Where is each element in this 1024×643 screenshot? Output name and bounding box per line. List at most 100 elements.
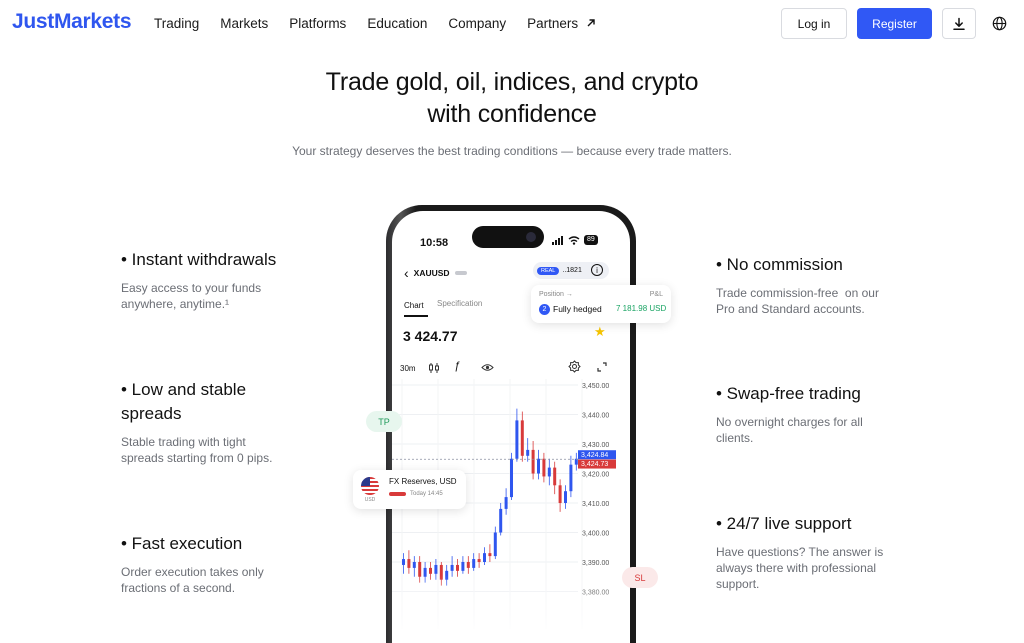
price-tick-label: 3,420.00: [582, 472, 609, 479]
dynamic-island: [472, 226, 544, 248]
position-card[interactable]: Position → P&L 2 Fully hedged 7 181.98 U…: [531, 285, 671, 323]
hero-title-line1: Trade gold, oil, indices, and crypto: [325, 68, 699, 96]
candle-body: [429, 567, 432, 574]
candle-body: [547, 467, 551, 477]
candle-body: [510, 458, 513, 498]
position-label: Position →: [539, 291, 573, 298]
nav-markets[interactable]: Markets: [220, 16, 268, 31]
feature-desc-line: Easy access to your funds: [121, 281, 262, 295]
expand-icon[interactable]: [597, 362, 607, 372]
candle-body: [526, 449, 530, 456]
site-header: JustMarkets Trading Markets Platforms Ed…: [0, 0, 1024, 48]
download-button[interactable]: [942, 8, 976, 39]
feature-desc-line: support.: [716, 577, 760, 591]
feature-description: Easy access to your funds anywhere, anyt…: [121, 280, 351, 312]
feature-description: Order execution takes only fractions of …: [121, 564, 351, 596]
tab-chart[interactable]: Chart: [404, 301, 424, 310]
position-status: Fully hedged: [553, 304, 602, 314]
feature-title: • Swap-free trading: [716, 384, 861, 403]
settings-icon[interactable]: [568, 360, 581, 373]
account-id: ..1821: [562, 267, 582, 274]
battery-icon: 89: [584, 235, 598, 245]
globe-icon: [992, 16, 1006, 30]
impact-icon: [389, 492, 406, 496]
logo[interactable]: JustMarkets: [12, 10, 132, 34]
timeframe-selector[interactable]: 30m: [400, 364, 416, 373]
candle-body: [504, 497, 508, 509]
nav-company[interactable]: Company: [448, 16, 506, 31]
candle-body: [450, 564, 454, 571]
feature-description: Have questions? The answer is always the…: [716, 544, 956, 592]
candle-body: [488, 553, 492, 557]
nav-partners-label: Partners: [527, 16, 579, 31]
candle-body: [564, 491, 567, 503]
symbol-flag-icon: [454, 271, 467, 275]
eye-icon[interactable]: [481, 363, 494, 372]
info-icon[interactable]: i: [591, 264, 603, 276]
feature-description: Trade commission-free on our Pro and Sta…: [716, 285, 956, 317]
candles-icon[interactable]: [428, 362, 440, 374]
position-pl-value: 7 181.98 USD: [616, 304, 667, 313]
nav-education[interactable]: Education: [367, 16, 427, 31]
feature-description: Stable trading with tight spreads starti…: [121, 434, 351, 466]
feature-desc-line: Trade commission-free on our: [716, 286, 879, 300]
candle-body: [407, 559, 411, 568]
feature-low-spreads: • Low and stable spreads Stable trading …: [121, 378, 351, 466]
candle-body: [499, 508, 503, 533]
account-badge: REAL: [537, 266, 560, 275]
indicators-icon[interactable]: ƒ: [454, 360, 460, 372]
favorite-star-icon[interactable]: ★: [594, 324, 606, 340]
feature-desc-line: Have questions? The answer is: [716, 545, 884, 559]
language-button[interactable]: [990, 14, 1008, 32]
nav-partners[interactable]: Partners: [527, 16, 596, 31]
feature-live-support: • 24/7 live support Have questions? The …: [716, 512, 956, 592]
candle-body: [477, 559, 481, 562]
feature-desc-line: No overnight charges for all: [716, 415, 863, 429]
news-card[interactable]: USD FX Reserves, USD Today 14:45: [353, 470, 466, 509]
candle-body: [520, 420, 524, 456]
candle-body: [542, 458, 546, 477]
stop-loss-pill[interactable]: SL: [622, 567, 658, 588]
feature-title: • Fast execution: [121, 534, 243, 553]
tab-underline: [404, 315, 428, 317]
nav-platforms[interactable]: Platforms: [289, 16, 346, 31]
status-time: 10:58: [420, 237, 449, 249]
feature-title: • Instant withdrawals: [121, 250, 277, 269]
candle-body: [412, 562, 416, 568]
ask-price-label: 3,424.84: [581, 452, 608, 459]
register-button[interactable]: Register: [857, 8, 932, 39]
candle-body: [531, 449, 535, 474]
feature-fast-execution: • Fast execution Order execution takes o…: [121, 532, 351, 596]
candle-body: [466, 562, 470, 568]
feature-title: • Low and stable spreads: [121, 378, 351, 426]
price-tick-label: 3,440.00: [582, 413, 609, 420]
feature-desc-line: always there with professional: [716, 561, 877, 575]
phone-screen: 10:58 89 ‹ XAUUSD REAL ..1821 i Chart Sp…: [392, 211, 630, 643]
price-tick-label: 3,400.00: [582, 531, 609, 538]
camera-icon: [526, 232, 536, 242]
tab-specification[interactable]: Specification: [437, 299, 482, 308]
feature-desc-line: fractions of a second.: [121, 581, 236, 595]
candle-body: [434, 564, 438, 574]
main-nav: Trading Markets Platforms Education Comp…: [154, 16, 617, 31]
feature-swap-free: • Swap-free trading No overnight charges…: [716, 382, 956, 446]
us-flag-icon: [361, 477, 379, 495]
feature-title-line: spreads: [121, 404, 182, 423]
hero-title-line2: with confidence: [427, 100, 597, 128]
position-count-badge: 2: [539, 304, 550, 315]
feature-desc-line: clients.: [716, 431, 754, 445]
nav-trading[interactable]: Trading: [154, 16, 199, 31]
flag-canton: [361, 477, 370, 486]
signal-icon: [552, 235, 563, 245]
back-icon[interactable]: ‹: [404, 266, 409, 280]
news-meta: Today 14:45: [389, 491, 443, 497]
phone-mockup: 10:58 89 ‹ XAUUSD REAL ..1821 i Chart Sp…: [386, 205, 636, 643]
candle-body: [574, 458, 578, 465]
feature-no-commission: • No commission Trade commission-free on…: [716, 253, 956, 317]
candle-body: [461, 562, 465, 571]
candle-body: [569, 464, 573, 492]
pl-label: P&L: [649, 291, 663, 298]
feature-title: • No commission: [716, 255, 843, 274]
login-button[interactable]: Log in: [781, 8, 847, 39]
take-profit-pill[interactable]: TP: [366, 411, 402, 432]
